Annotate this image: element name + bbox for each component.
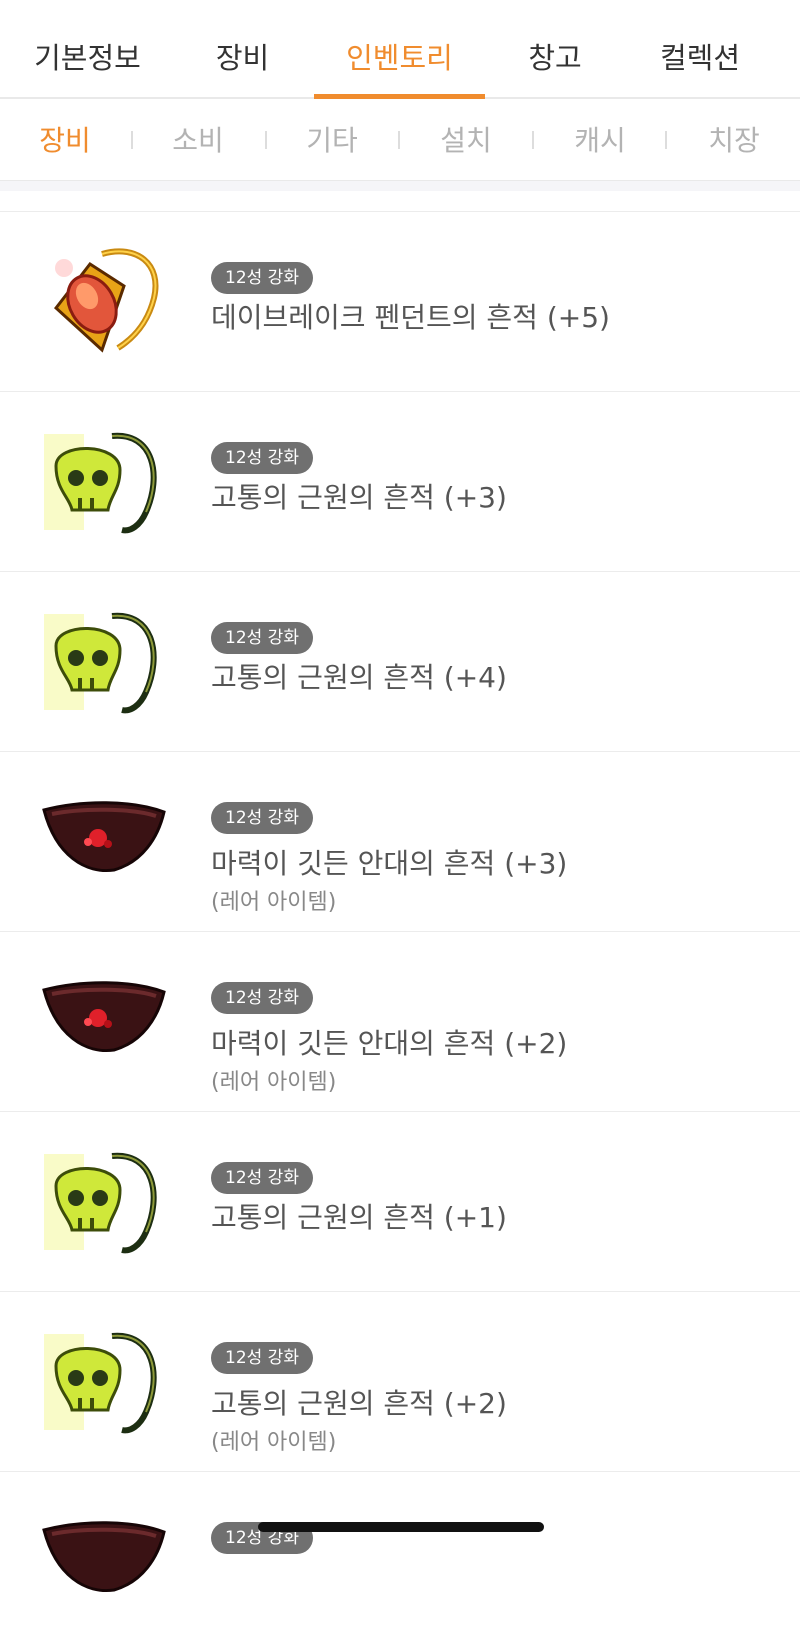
subtab-install[interactable]: 설치 (426, 121, 506, 161)
skull-pendant-icon (42, 1326, 166, 1438)
star-force-badge: 12성 강화 (211, 982, 313, 1014)
star-force-badge: 12성 강화 (211, 1342, 313, 1374)
top-tab-bar: 기본정보 장비 인벤토리 창고 컬렉션 (0, 0, 800, 99)
subtab-etc[interactable]: 기타 (292, 121, 372, 161)
list-item[interactable]: 12성 강화 마력이 깃든 안대의 흔적 (+2) (레어 아이템) (0, 931, 800, 1111)
list-item[interactable]: 12성 강화 고통의 근원의 흔적 (+2) (레어 아이템) (0, 1291, 800, 1471)
item-name: 마력이 깃든 안대의 흔적 (+3) (211, 847, 568, 880)
item-name: 고통의 근원의 흔적 (+1) (211, 1201, 507, 1234)
item-rarity: (레어 아이템) (211, 890, 337, 915)
home-indicator (258, 1522, 544, 1532)
eyepatch-icon (42, 1506, 166, 1618)
tab-inventory[interactable]: 인벤토리 (314, 38, 485, 78)
item-rarity: (레어 아이템) (211, 1430, 337, 1455)
item-name: 고통의 근원의 흔적 (+4) (211, 661, 507, 694)
star-force-badge: 12성 강화 (211, 442, 313, 474)
skull-pendant-icon (42, 606, 166, 718)
list-item[interactable]: 12성 강화 데이브레이크 펜던트의 흔적 (+5) (0, 211, 800, 391)
subtab-divider (265, 131, 267, 149)
subtab-equipment[interactable]: 장비 (25, 121, 105, 161)
section-divider (0, 181, 800, 191)
subtab-divider (532, 131, 534, 149)
star-force-badge: 12성 강화 (211, 262, 313, 294)
subtab-decoration[interactable]: 치장 (694, 121, 774, 161)
item-rarity: (레어 아이템) (211, 1070, 337, 1095)
inventory-list: 12성 강화 데이브레이크 펜던트의 흔적 (+5) 12성 강화 고통의 근원… (0, 211, 800, 1651)
subtab-divider (398, 131, 400, 149)
eyepatch-icon (42, 786, 166, 898)
star-force-badge: 12성 강화 (211, 622, 313, 654)
eyepatch-icon (42, 966, 166, 1078)
list-item[interactable]: 12성 강화 (0, 1471, 800, 1651)
list-item[interactable]: 12성 강화 고통의 근원의 흔적 (+1) (0, 1111, 800, 1291)
item-name: 고통의 근원의 흔적 (+2) (211, 1387, 507, 1420)
list-item[interactable]: 12성 강화 고통의 근원의 흔적 (+4) (0, 571, 800, 751)
list-item[interactable]: 12성 강화 마력이 깃든 안대의 흔적 (+3) (레어 아이템) (0, 751, 800, 931)
subtab-cash[interactable]: 캐시 (560, 121, 640, 161)
sub-tab-bar: 장비 소비 기타 설치 캐시 치장 (0, 99, 800, 181)
item-name: 고통의 근원의 흔적 (+3) (211, 481, 507, 514)
tab-collection[interactable]: 컬렉션 (630, 38, 770, 78)
tab-basic-info[interactable]: 기본정보 (20, 38, 155, 78)
subtab-divider (131, 131, 133, 149)
star-force-badge: 12성 강화 (211, 1162, 313, 1194)
list-item[interactable]: 12성 강화 고통의 근원의 흔적 (+3) (0, 391, 800, 571)
subtab-consumable[interactable]: 소비 (158, 121, 238, 161)
pendant-icon (42, 246, 166, 358)
tab-equipment[interactable]: 장비 (190, 38, 295, 78)
subtab-divider (665, 131, 667, 149)
tab-storage[interactable]: 창고 (500, 38, 610, 78)
skull-pendant-icon (42, 426, 166, 538)
item-name: 데이브레이크 펜던트의 흔적 (+5) (211, 301, 610, 334)
skull-pendant-icon (42, 1146, 166, 1258)
item-name: 마력이 깃든 안대의 흔적 (+2) (211, 1027, 568, 1060)
star-force-badge: 12성 강화 (211, 802, 313, 834)
